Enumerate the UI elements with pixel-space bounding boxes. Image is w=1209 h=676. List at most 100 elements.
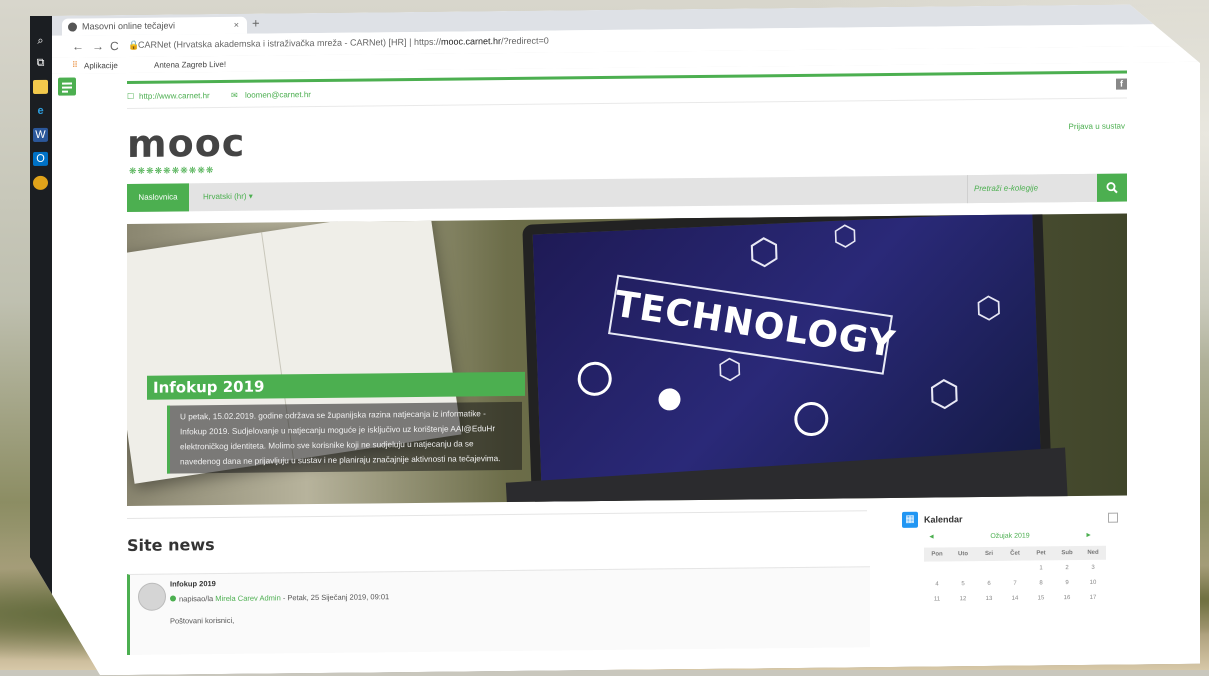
- author-status-icon: [170, 595, 176, 601]
- monitor-screen: ⌕ ⧉ e W O Masovni online tečajevi × + ← …: [30, 4, 1200, 676]
- calendar-day[interactable]: 6: [976, 576, 1002, 591]
- post-body: Poštovani korisnici,: [170, 615, 235, 626]
- post-meta: napisao/la Mirela Carev Admin - Petak, 2…: [170, 592, 389, 603]
- slide-caption: U petak, 15.02.2019. godine održava se ž…: [167, 402, 522, 474]
- calendar-day[interactable]: 15: [1028, 590, 1054, 605]
- search-icon[interactable]: ⌕: [33, 34, 48, 48]
- calendar-day[interactable]: 13: [976, 591, 1002, 606]
- close-icon[interactable]: ×: [234, 17, 239, 34]
- technology-screen-text: TECHNOLOGY: [608, 275, 893, 375]
- login-link[interactable]: Prijava u sustav: [1069, 122, 1125, 132]
- main-navbar: Naslovnica Hrvatski (hr) ▾ Pretraži e-ko…: [127, 174, 1127, 212]
- section-divider: [127, 510, 867, 519]
- apps-grid-icon: ⠿: [72, 60, 78, 70]
- moodle-site: ☐ http://www.carnet.hr ✉ loomen@carnet.h…: [127, 71, 1127, 109]
- outlook-icon[interactable]: O: [33, 152, 48, 166]
- weekday-header: Uto: [950, 547, 976, 561]
- task-view-icon[interactable]: ⧉: [33, 56, 48, 70]
- weekday-header: Sri: [976, 547, 1002, 561]
- contact-bar: ☐ http://www.carnet.hr ✉ loomen@carnet.h…: [127, 74, 1127, 109]
- calendar-day[interactable]: 3: [1080, 560, 1106, 575]
- calendar-day[interactable]: 5: [950, 576, 976, 591]
- edge-icon[interactable]: e: [33, 104, 48, 118]
- back-icon[interactable]: ←: [72, 39, 84, 53]
- posted-by-label: napisao/la: [179, 594, 214, 604]
- weekday-header: Pet: [1028, 546, 1054, 560]
- reload-icon[interactable]: C: [110, 39, 119, 53]
- calendar-day[interactable]: 14: [1002, 591, 1028, 606]
- site-news-heading: Site news: [127, 535, 215, 555]
- nav-home-button[interactable]: Naslovnica: [127, 183, 189, 212]
- calendar-day[interactable]: 10: [1080, 575, 1106, 590]
- calendar-day[interactable]: 16: [1054, 590, 1080, 605]
- facebook-icon[interactable]: f: [1116, 79, 1127, 90]
- weekday-header: Čet: [1002, 547, 1028, 561]
- page-content: ☐ http://www.carnet.hr ✉ loomen@carnet.h…: [52, 62, 1200, 676]
- calendar-day[interactable]: 2: [1054, 560, 1080, 575]
- email-link[interactable]: loomen@carnet.hr: [245, 90, 311, 100]
- calendar-day[interactable]: 7: [1002, 576, 1028, 591]
- calendar-day[interactable]: 12: [950, 591, 976, 606]
- calendar-day: [976, 561, 1002, 576]
- calendar-title: Kalendar: [924, 514, 963, 525]
- calendar-day[interactable]: 9: [1054, 575, 1080, 590]
- calendar-day[interactable]: 11: [924, 591, 950, 606]
- drawer-toggle-button[interactable]: [58, 78, 76, 96]
- file-explorer-icon[interactable]: [33, 80, 48, 94]
- search-icon: [1106, 182, 1118, 194]
- calendar-day[interactable]: 4: [924, 576, 950, 591]
- calendar-day[interactable]: 8: [1028, 575, 1054, 590]
- url-domain: mooc.carnet.hr: [440, 36, 501, 47]
- network-node-icon: [577, 361, 612, 397]
- calendar-day[interactable]: 1: [1028, 560, 1054, 575]
- hexagon-icon: ⬡: [832, 219, 858, 252]
- word-icon[interactable]: W: [33, 128, 48, 142]
- weekday-header: Pon: [924, 547, 950, 561]
- search-button[interactable]: [1097, 174, 1127, 202]
- hexagon-icon: ⬡: [716, 353, 743, 386]
- bookmark-icon: ☐: [127, 91, 135, 101]
- calendar-day: [924, 561, 950, 576]
- url-separator: |: [409, 37, 412, 48]
- post-title[interactable]: Infokup 2019: [170, 579, 216, 588]
- calendar-month[interactable]: Ožujak 2019: [922, 532, 1098, 541]
- new-tab-button[interactable]: +: [252, 16, 260, 31]
- envelope-icon: ✉: [231, 90, 238, 100]
- collapse-block-icon[interactable]: [1108, 513, 1118, 523]
- favicon-icon: [68, 23, 77, 32]
- calendar-day: [1002, 561, 1028, 576]
- calendar-day: [950, 561, 976, 576]
- bookmark-apps[interactable]: Aplikacije: [84, 61, 118, 70]
- chrome-icon[interactable]: [33, 176, 48, 190]
- network-node-icon: [794, 401, 829, 437]
- hero-slide[interactable]: TECHNOLOGY ⬡ ⬡ ⬡ ⬡ ⬡ Infokup 2019 U peta…: [127, 214, 1127, 506]
- hexagon-icon: ⬡: [927, 372, 961, 415]
- calendar-icon: ▦: [902, 512, 918, 528]
- url-prefix: https://: [413, 36, 441, 47]
- hexagon-icon: ⬡: [747, 230, 781, 273]
- weekday-header: Ned: [1080, 546, 1106, 560]
- url-path: /?redirect=0: [500, 35, 549, 47]
- calendar-next-button[interactable]: ►: [1085, 532, 1092, 539]
- calendar-block: ▦ Kalendar ◄ Ožujak 2019 ► Pon Uto Sri Č…: [902, 510, 1122, 642]
- calendar-day[interactable]: 17: [1080, 590, 1106, 605]
- post-date: - Petak, 25 Siječanj 2019, 09:01: [282, 592, 390, 603]
- course-search-input[interactable]: Pretraži e-kolegije: [967, 174, 1097, 203]
- weekday-header: Sub: [1054, 546, 1080, 560]
- hexagon-icon: ⬡: [975, 291, 1003, 326]
- calendar-month-row: ◄ Ožujak 2019 ►: [922, 532, 1098, 534]
- tab-title: Masovni online tečajevi: [82, 20, 176, 32]
- slide-title: Infokup 2019: [147, 372, 525, 400]
- calendar-grid: Pon Uto Sri Čet Pet Sub Ned 1 2 3 4 5 6 …: [924, 546, 1106, 607]
- forward-icon[interactable]: →: [92, 39, 104, 53]
- author-link[interactable]: Mirela Carev Admin: [215, 593, 280, 603]
- site-logo[interactable]: mooc: [127, 121, 245, 166]
- language-dropdown[interactable]: Hrvatski (hr) ▾: [203, 183, 253, 212]
- bookmark-antena[interactable]: Antena Zagreb Live!: [154, 60, 226, 70]
- network-node-icon: [658, 388, 681, 411]
- logo-pattern: ❋❋❋❋❋❋❋❋❋❋: [129, 165, 215, 176]
- browser-tab[interactable]: Masovni online tečajevi ×: [62, 17, 247, 36]
- url-field[interactable]: CARNet (Hrvatska akademska i istraživačk…: [138, 36, 549, 50]
- website-link[interactable]: http://www.carnet.hr: [139, 91, 210, 101]
- avatar: [138, 583, 166, 611]
